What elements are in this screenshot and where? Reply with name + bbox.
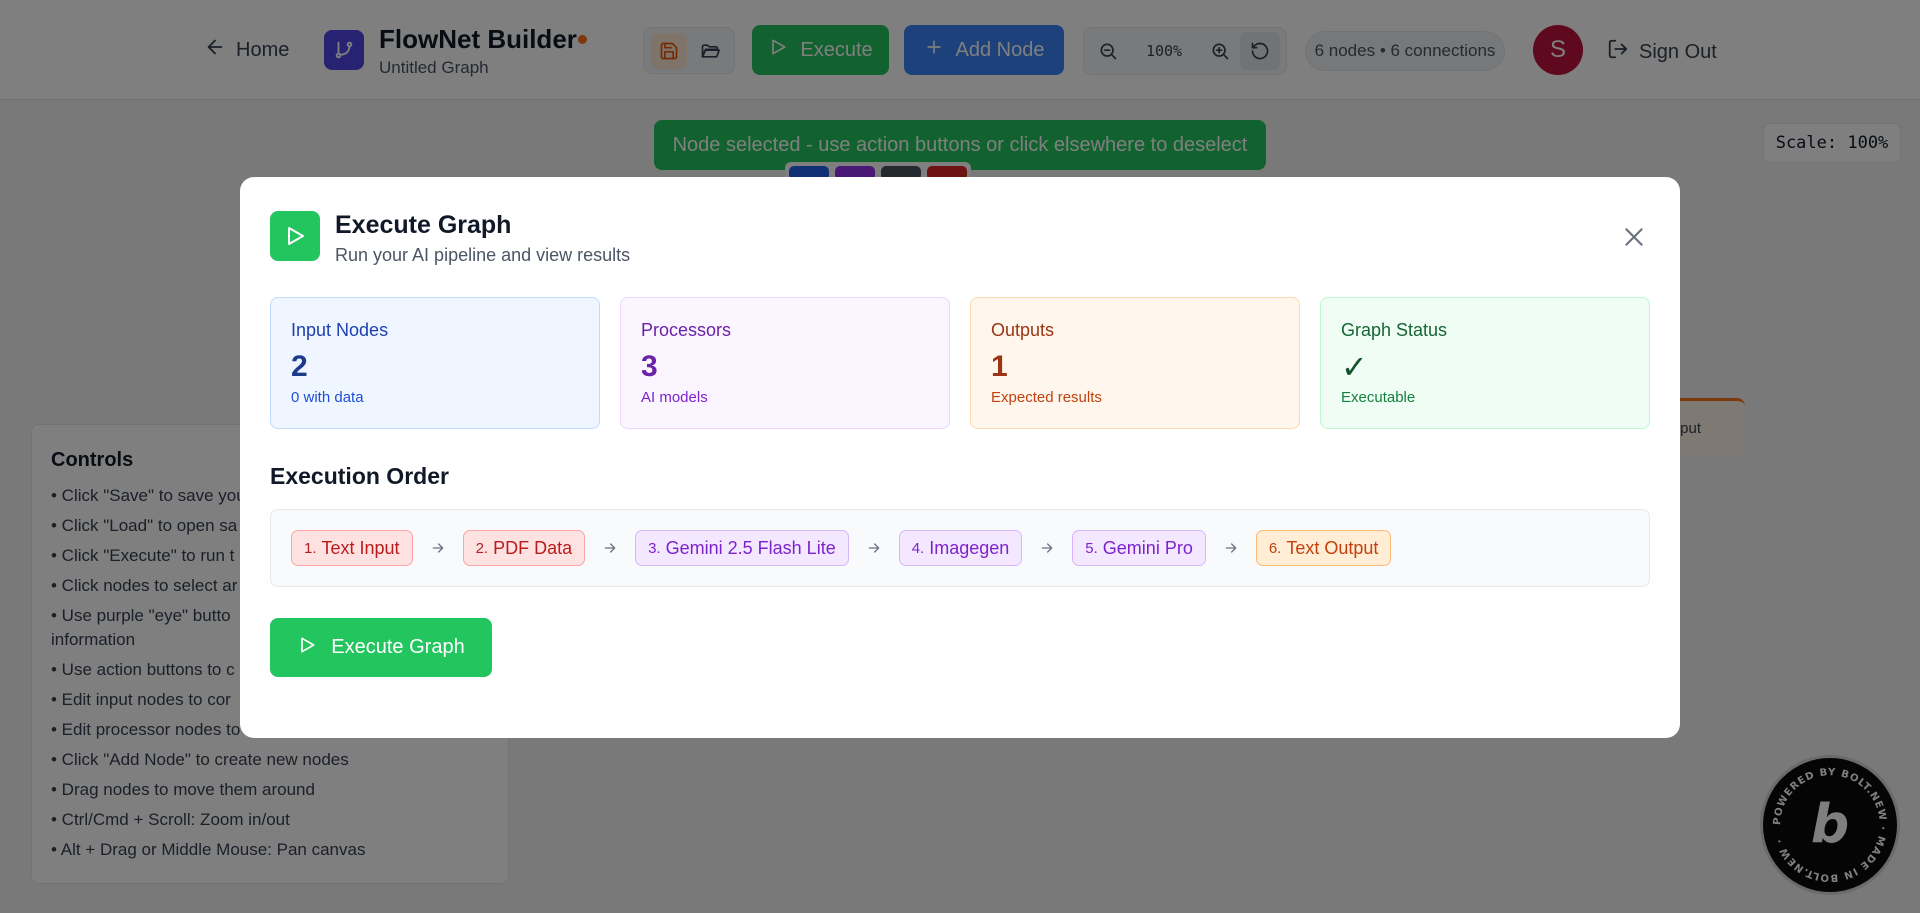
- step-name: Text Input: [321, 537, 400, 558]
- checkmark-icon: ✓: [1341, 349, 1368, 385]
- card-value: 1: [991, 350, 1008, 383]
- step-number: 3.: [648, 539, 661, 557]
- arrow-right-icon: [1206, 540, 1256, 556]
- card-label: Graph Status: [1341, 320, 1448, 340]
- arrow-right-icon: [413, 540, 463, 556]
- execution-step: 1. Text Input: [291, 530, 413, 566]
- execute-graph-modal: Execute Graph Run your AI pipeline and v…: [240, 177, 1680, 738]
- arrow-right-icon: [1022, 540, 1072, 556]
- step-name: Gemini Pro: [1102, 537, 1193, 558]
- card-value: 2: [291, 350, 308, 383]
- execute-graph-button[interactable]: Execute Graph: [270, 618, 492, 677]
- step-number: 4.: [911, 539, 925, 557]
- arrow-right-icon: [585, 540, 635, 556]
- arrow-right-icon: [849, 540, 899, 556]
- graph-status-card: Graph Status ✓ Executable: [1320, 297, 1650, 429]
- execution-order-list: 1. Text Input 2. PDF Data 3. Gemini 2.5 …: [270, 509, 1650, 587]
- card-subtext: AI models: [641, 389, 708, 406]
- step-name: Gemini 2.5 Flash Lite: [665, 537, 836, 558]
- step-number: 6.: [1268, 539, 1282, 557]
- execution-order-heading: Execution Order: [270, 463, 449, 489]
- stat-cards: Input Nodes 2 0 with data Processors 3 A…: [270, 297, 1650, 429]
- close-icon[interactable]: [1618, 221, 1650, 253]
- step-number: 5.: [1085, 539, 1098, 557]
- input-nodes-card: Input Nodes 2 0 with data: [270, 297, 600, 429]
- processors-card: Processors 3 AI models: [620, 297, 950, 429]
- card-value: 3: [641, 350, 658, 383]
- step-number: 2.: [475, 539, 489, 557]
- modal-title: Execute Graph: [335, 211, 512, 239]
- execution-step: 4. Imagegen: [898, 530, 1023, 566]
- step-name: Text Output: [1286, 537, 1379, 558]
- play-icon: [297, 635, 317, 661]
- step-name: Imagegen: [929, 537, 1010, 558]
- execute-graph-label: Execute Graph: [331, 636, 465, 658]
- execution-step: 2. PDF Data: [462, 530, 586, 566]
- step-name: PDF Data: [493, 537, 573, 558]
- execution-step: 6. Text Output: [1255, 530, 1392, 566]
- card-label: Processors: [641, 320, 732, 340]
- modal-subtitle: Run your AI pipeline and view results: [335, 245, 631, 265]
- outputs-card: Outputs 1 Expected results: [970, 297, 1300, 429]
- card-label: Outputs: [991, 320, 1055, 340]
- step-number: 1.: [304, 539, 317, 557]
- card-subtext: 0 with data: [291, 389, 364, 406]
- card-subtext: Expected results: [991, 389, 1102, 406]
- card-subtext: Executable: [1341, 389, 1416, 406]
- execution-step: 5. Gemini Pro: [1072, 530, 1206, 566]
- execution-step: 3. Gemini 2.5 Flash Lite: [635, 530, 849, 566]
- play-icon: [270, 211, 320, 261]
- card-label: Input Nodes: [291, 320, 389, 340]
